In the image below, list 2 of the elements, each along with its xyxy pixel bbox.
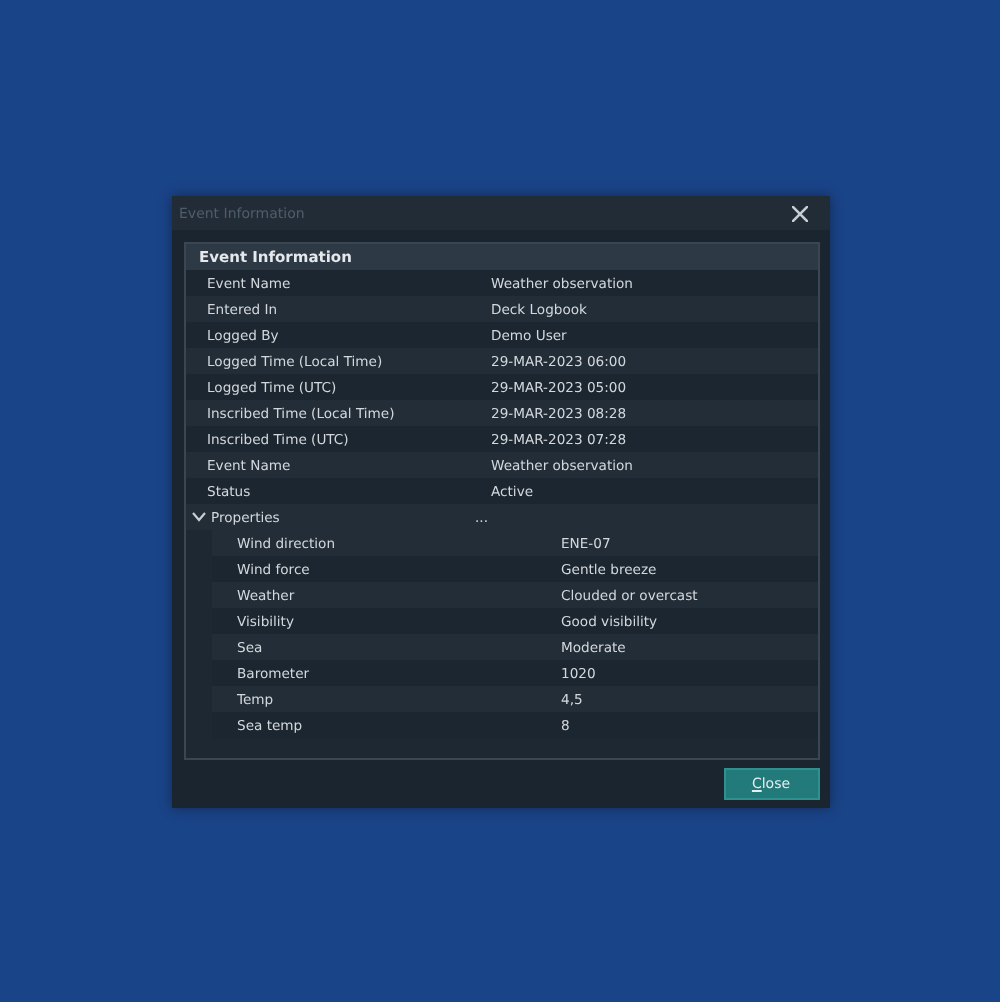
- chevron-icon[interactable]: [191, 512, 205, 522]
- close-icon[interactable]: [791, 205, 807, 221]
